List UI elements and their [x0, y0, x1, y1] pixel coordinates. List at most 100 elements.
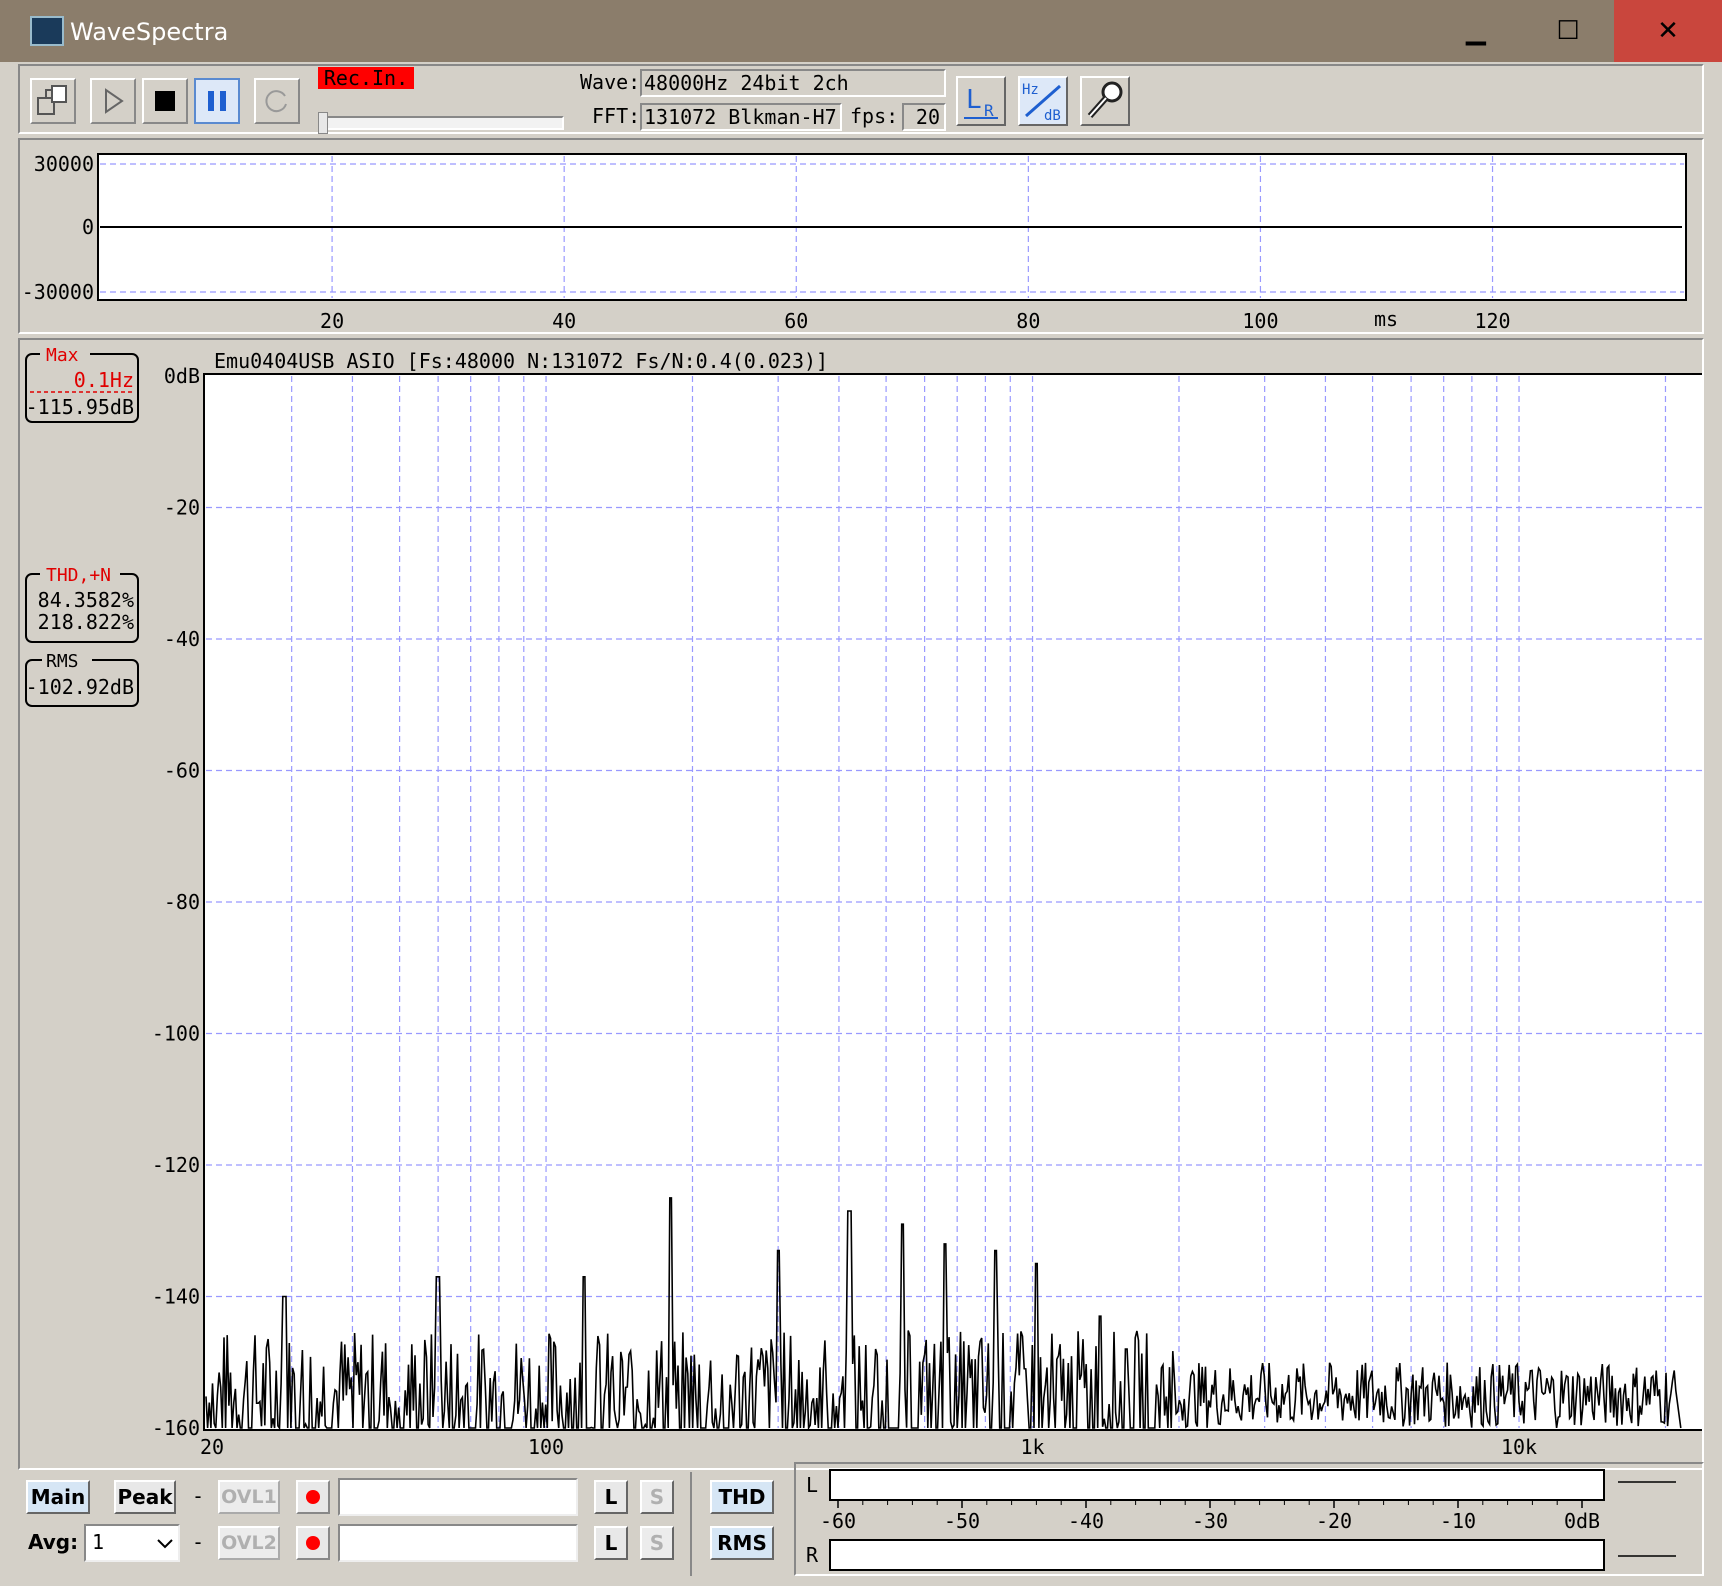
spectrum-y-tick: 0dB [164, 364, 200, 388]
fps-label: fps: [850, 104, 899, 128]
channel-lr-button[interactable]: L R [956, 76, 1006, 126]
play-icon [105, 88, 124, 114]
meter-tick-label: -60 [820, 1509, 856, 1533]
wave-format-field: 48000Hz 24bit 2ch [640, 69, 946, 97]
rec-level-slider-thumb[interactable] [318, 112, 328, 134]
spectrum-x-tick: 10k [1501, 1435, 1537, 1459]
rms-readout-box: RMS -102.92dB [25, 650, 139, 707]
avg-label: Avg: [28, 1530, 79, 1554]
open-file-button[interactable] [30, 78, 76, 124]
spectrum-y-tick: -80 [164, 890, 200, 914]
spectrum-chart: Emu0404USB ASIO [Fs:48000 N:131072 Fs/N:… [25, 344, 1702, 1459]
avg-select[interactable]: 1 [84, 1524, 180, 1562]
wrench-icon [1087, 81, 1123, 118]
close-button[interactable]: ✕ [1614, 0, 1722, 62]
avg-select-value: 1 [92, 1530, 105, 1554]
rms-button[interactable]: RMS [710, 1526, 774, 1560]
l-button-2[interactable]: L [594, 1526, 628, 1560]
play-button[interactable] [90, 78, 136, 124]
stop-icon [155, 91, 175, 111]
spectrum-x-tick: 20 [200, 1435, 224, 1459]
max-title: Max [46, 345, 79, 366]
main-button[interactable]: Main [26, 1480, 90, 1514]
rms-title: RMS [46, 651, 79, 672]
spectrum-y-tick: -140 [152, 1285, 200, 1309]
separator-dash-1: - [192, 1484, 205, 1508]
spectrum-y-tick: -60 [164, 759, 200, 783]
l-button-1[interactable]: L [594, 1480, 628, 1514]
scale-settings-button[interactable]: Hz dB [1018, 76, 1068, 126]
ovl1-indicator[interactable]: OVL1 [218, 1480, 280, 1514]
waveform-y-tick: 30000 [34, 152, 94, 176]
thd-value-2: 218.822% [38, 610, 134, 634]
rec-in-indicator[interactable]: Rec.In. [318, 67, 414, 89]
thd-value-1: 84.3582% [38, 588, 134, 612]
ovl2-indicator[interactable]: OVL2 [218, 1526, 280, 1560]
spectrum-header: Emu0404USB ASIO [Fs:48000 N:131072 Fs/N:… [214, 349, 828, 373]
text-field-1[interactable] [338, 1478, 578, 1516]
thd-title: THD,+N [46, 565, 111, 586]
rms-value: -102.92dB [26, 675, 134, 699]
channel-lr-icon: L R [964, 85, 998, 120]
app-icon [30, 16, 64, 46]
spectrum-x-tick: 100 [528, 1435, 564, 1459]
waveform-x-tick: 40 [552, 309, 576, 332]
rec-dot-2-button[interactable] [296, 1526, 330, 1560]
fps-field: 20 [902, 103, 946, 131]
open-file-icon [37, 85, 67, 115]
meter-l-label: L [806, 1473, 818, 1497]
spectrum-y-tick: -100 [152, 1022, 200, 1046]
waveform-y-tick: 0 [82, 215, 94, 239]
meter-r-label: R [806, 1543, 819, 1567]
window-title: WaveSpectra [70, 18, 229, 46]
waveform-x-unit: ms [1374, 307, 1398, 331]
peak-button[interactable]: Peak [114, 1480, 176, 1514]
meter-tick-label: -10 [1440, 1509, 1476, 1533]
spectrum-y-tick: -120 [152, 1153, 200, 1177]
max-freq: 0.1Hz [74, 368, 134, 392]
separator-dash-2: - [192, 1530, 205, 1554]
pause-icon [208, 91, 226, 111]
meter-tick-label: -20 [1316, 1509, 1352, 1533]
text-field-2[interactable] [338, 1524, 578, 1562]
lr-icon-l: L [966, 85, 982, 115]
fft-label: FFT: [592, 104, 641, 128]
loop-icon [265, 90, 287, 113]
spectrum-x-tick: 1k [1020, 1435, 1044, 1459]
waveform-x-tick: 100 [1242, 309, 1278, 332]
s-button-2[interactable]: S [640, 1526, 674, 1560]
stop-button[interactable] [142, 78, 188, 124]
thd-readout-box: THD,+N 84.3582% 218.822% [25, 564, 139, 643]
settings-button[interactable] [1080, 76, 1130, 126]
waveform-x-tick: 20 [320, 309, 344, 332]
waveform-x-tick: 60 [784, 309, 808, 332]
waveform-chart: 30000 0 -30000 20 40 60 80 100 120 ms [22, 152, 1687, 332]
level-meter-scale: L R -60 -50 -40 -30 -20 -10 0dB [806, 1469, 1676, 1571]
rec-dot-1-button[interactable] [296, 1480, 330, 1514]
meter-tick-label: -40 [1068, 1509, 1104, 1533]
max-level: -115.95dB [26, 395, 134, 419]
spectrum-y-tick: -40 [164, 627, 200, 651]
spectrum-y-tick: -160 [152, 1416, 200, 1440]
waveform-x-tick: 80 [1016, 309, 1040, 332]
meter-l-bar [829, 1469, 1605, 1501]
chevron-down-icon [157, 1539, 173, 1549]
s-button-1[interactable]: S [640, 1480, 674, 1514]
wave-label: Wave: [580, 70, 641, 94]
fft-setting-field: 131072 Blkman-H7 [640, 103, 842, 131]
max-readout-box: Max 0.1Hz -115.95dB [25, 344, 139, 423]
meter-tick-label: 0dB [1564, 1509, 1600, 1533]
hzdb-icon-hz: Hz [1022, 82, 1039, 98]
minimize-button[interactable]: ▁ [1430, 0, 1522, 62]
hzdb-icon-db: dB [1044, 108, 1061, 124]
maximize-button[interactable]: ☐ [1522, 0, 1614, 62]
meter-r-bar [829, 1539, 1605, 1571]
loop-button[interactable] [254, 78, 300, 124]
rec-level-slider[interactable] [318, 116, 564, 130]
scale-settings-icon: Hz dB [1020, 78, 1066, 124]
waveform-x-tick: 120 [1474, 309, 1510, 332]
spectrum-y-tick: -20 [164, 496, 200, 520]
pause-button[interactable] [194, 78, 240, 124]
thd-button[interactable]: THD [710, 1480, 774, 1514]
meter-tick-label: -50 [944, 1509, 980, 1533]
